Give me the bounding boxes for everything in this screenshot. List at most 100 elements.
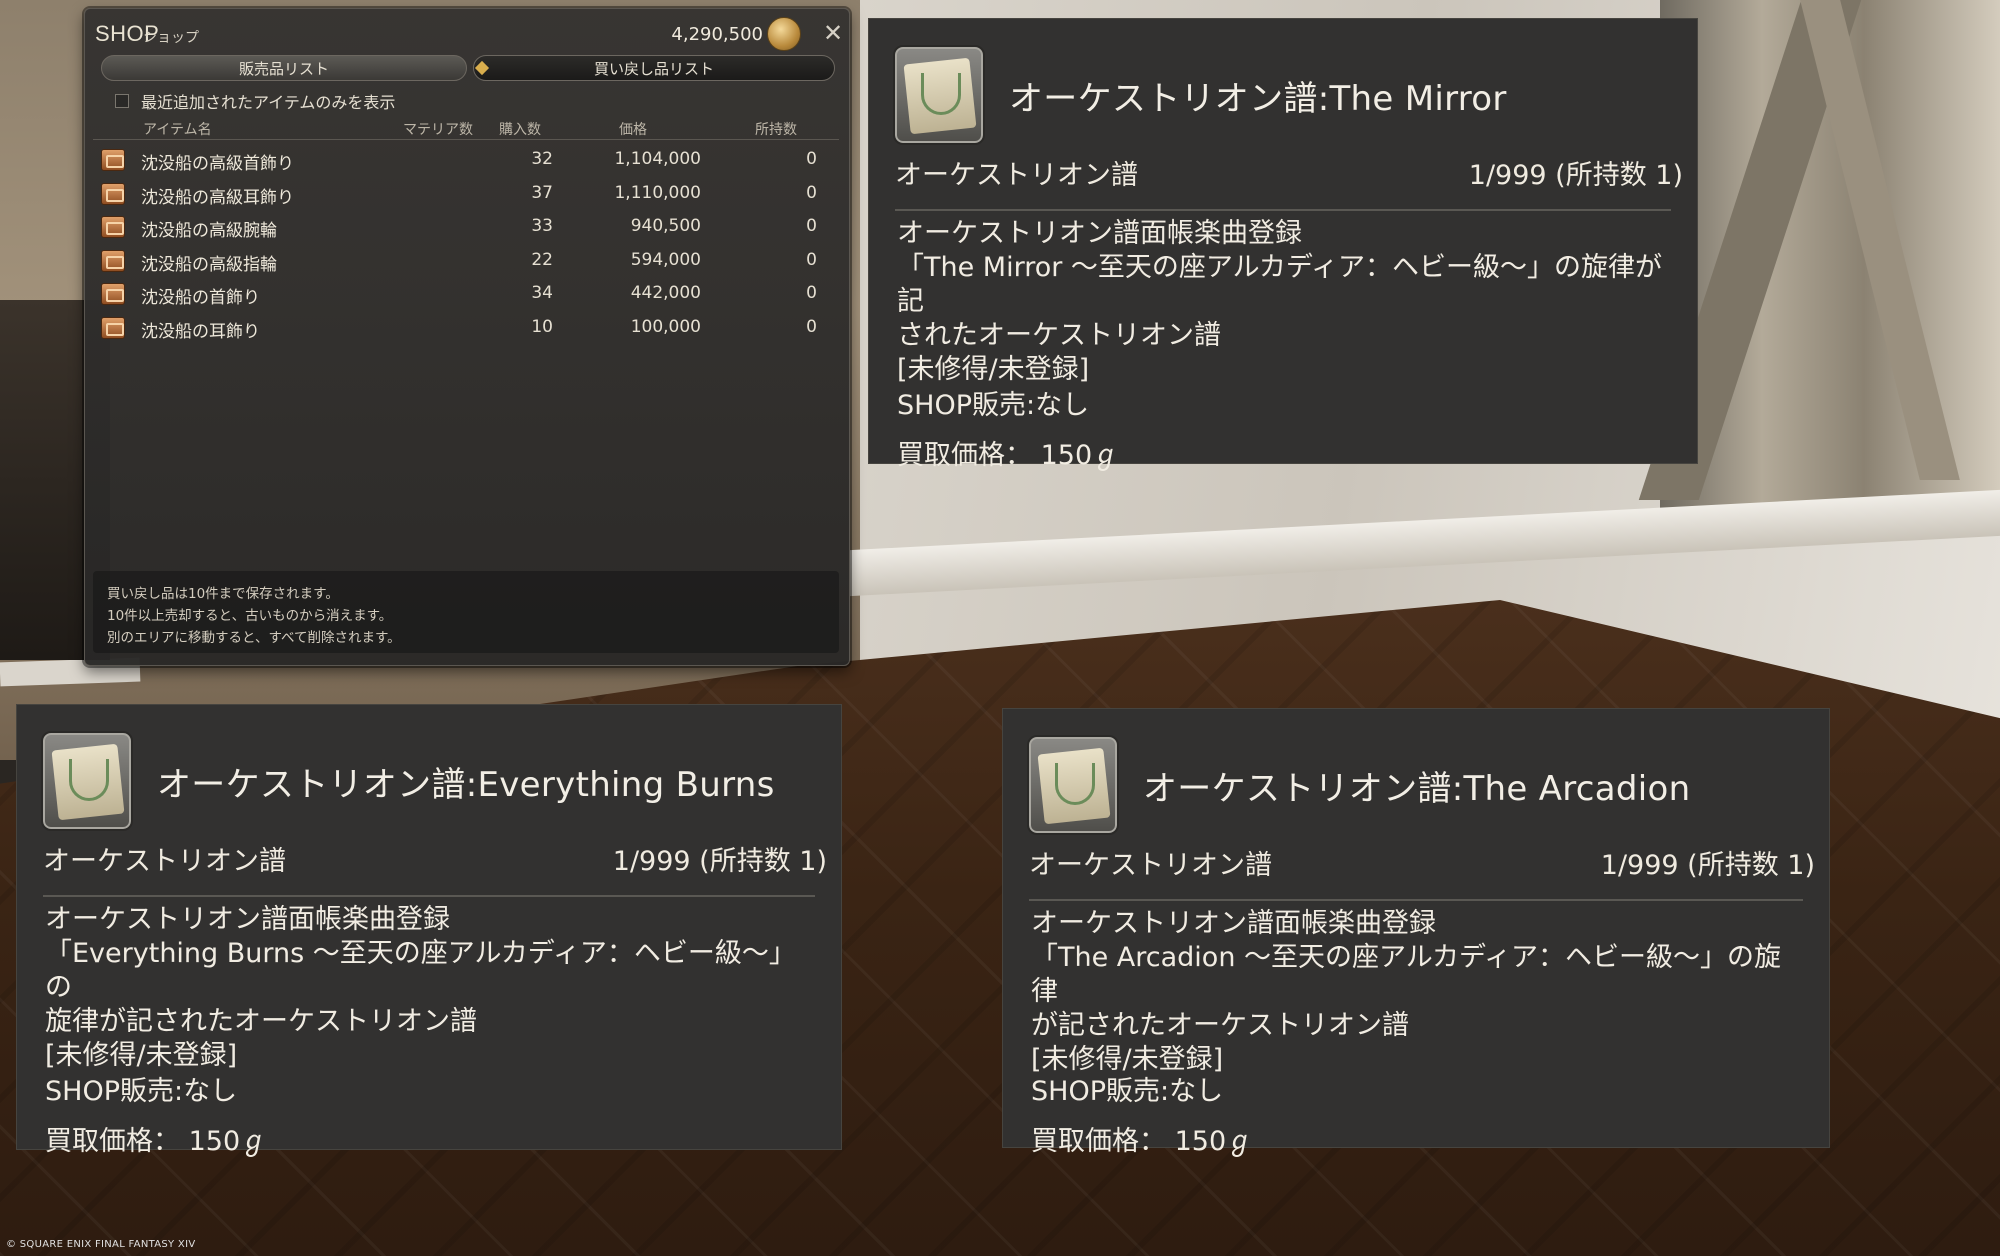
- tooltip-shop-sale: SHOP販売:なし: [45, 1076, 238, 1107]
- tooltip-shop-sale: SHOP販売:なし: [897, 390, 1090, 421]
- item-owned: 0: [806, 316, 817, 337]
- tooltip-sell-price: 買取価格： 150ℊ: [1031, 1126, 1254, 1157]
- tooltip-description: オーケストリオン譜面帳楽曲登録 「The Arcadion ～至天の座アルカディ…: [1031, 907, 1799, 1077]
- orchestrion-roll-icon: [1027, 735, 1119, 835]
- treasure-chest-icon: [101, 283, 125, 306]
- description-line: 「Everything Burns ～至天の座アルカディア：ヘビー級～」の: [45, 938, 796, 1003]
- column-header-qty: 購入数: [499, 122, 541, 138]
- item-name: 沈没船の耳飾り: [141, 321, 260, 342]
- column-header-materia: マテリア数: [403, 122, 473, 138]
- item-owned: 0: [806, 283, 817, 304]
- tooltip-title: オーケストリオン譜:Everything Burns: [157, 765, 775, 805]
- description-line: が記されたオーケストリオン譜: [1031, 1010, 1409, 1041]
- item-owned: 0: [806, 149, 817, 169]
- description-line: オーケストリオン譜面帳楽曲登録: [45, 904, 450, 935]
- description-line: [未修得/未登録]: [45, 1040, 238, 1071]
- shop-tabs: 販売品リスト 買い戻し品リスト: [101, 55, 835, 81]
- filter-label: 最近追加されたアイテムのみを表示: [141, 93, 396, 112]
- item-qty: 33: [531, 216, 553, 237]
- item-price: 1,104,000: [614, 149, 701, 169]
- gil-amount: 4,290,500: [671, 24, 763, 45]
- treasure-chest-icon: [101, 216, 125, 239]
- item-owned: 0: [806, 249, 817, 270]
- description-line: 旋律が記されたオーケストリオン譜: [45, 1006, 477, 1037]
- item-price: 1,110,000: [614, 182, 701, 203]
- item-owned: 0: [806, 182, 817, 203]
- tooltip-category: オーケストリオン譜: [895, 160, 1138, 191]
- item-qty: 34: [531, 283, 553, 304]
- recent-items-checkbox[interactable]: [115, 94, 129, 108]
- item-row[interactable]: 沈没船の高級首飾り 32 1,104,000 0: [93, 143, 839, 177]
- item-price: 594,000: [630, 249, 701, 270]
- tooltip-sell-price: 買取価格： 150ℊ: [897, 440, 1120, 471]
- item-qty: 10: [531, 316, 553, 337]
- column-header-price: 価格: [619, 122, 647, 138]
- item-price: 940,500: [630, 216, 701, 237]
- item-name: 沈没船の首飾り: [141, 288, 260, 309]
- item-name: 沈没船の高級耳飾り: [141, 187, 294, 208]
- orchestrion-roll-icon: [41, 731, 133, 831]
- item-tooltip: オーケストリオン譜:The Mirror オーケストリオン譜 1/999 (所持…: [868, 18, 1698, 471]
- close-icon[interactable]: ✕: [819, 19, 847, 47]
- gil-coin-icon: [767, 17, 801, 51]
- tooltip-stock: 1/999 (所持数 1): [612, 846, 827, 877]
- item-row[interactable]: 沈没船の高級指輪 22 594,000 0: [93, 244, 839, 278]
- item-tooltip: オーケストリオン譜:The Arcadion オーケストリオン譜 1/999 (…: [1002, 708, 1830, 1157]
- column-header-owned: 所持数: [755, 122, 797, 138]
- buyback-notes: 買い戻し品は10件まで保存されます。 10件以上売却すると、古いものから消えます…: [93, 571, 839, 653]
- lyre-shape: [1055, 763, 1095, 805]
- note-line: 10件以上売却すると、古いものから消えます。: [107, 608, 393, 624]
- tab-buyback-list[interactable]: 買い戻し品リスト: [473, 55, 835, 81]
- tooltip-stock: 1/999 (所持数 1): [1468, 160, 1683, 191]
- shop-window: SHOP ショップ 4,290,500 ✕ 販売品リスト 買い戻し品リスト 最近…: [84, 8, 850, 666]
- tooltip-shop-sale: SHOP販売:なし: [1031, 1076, 1224, 1107]
- tooltip-sell-price: 買取価格： 150ℊ: [45, 1126, 268, 1157]
- description-line: されたオーケストリオン譜: [897, 320, 1221, 351]
- tooltip-category: オーケストリオン譜: [43, 846, 286, 877]
- tooltip-title: オーケストリオン譜:The Mirror: [1009, 79, 1507, 119]
- treasure-chest-icon: [101, 149, 125, 171]
- tooltip-category: オーケストリオン譜: [1029, 850, 1272, 881]
- item-row[interactable]: 沈没船の首飾り 34 442,000 0: [93, 277, 839, 311]
- description-line: 「The Arcadion ～至天の座アルカディア：ヘビー級～」の旋律: [1031, 942, 1782, 1007]
- item-name: 沈没船の高級首飾り: [141, 154, 294, 174]
- item-row[interactable]: 沈没船の高級耳飾り 37 1,110,000 0: [93, 177, 839, 211]
- tab-sell-list[interactable]: 販売品リスト: [101, 55, 467, 81]
- copyright-notice: © SQUARE ENIX FINAL FANTASY XIV: [6, 1239, 196, 1250]
- treasure-chest-icon: [101, 316, 125, 339]
- lyre-shape: [921, 73, 961, 115]
- item-qty: 37: [531, 182, 553, 203]
- tooltip-stock: 1/999 (所持数 1): [1600, 850, 1815, 881]
- tooltip-title: オーケストリオン譜:The Arcadion: [1143, 769, 1691, 809]
- description-line: オーケストリオン譜面帳楽曲登録: [1031, 908, 1436, 939]
- note-line: 別のエリアに移動すると、すべて削除されます。: [107, 630, 401, 646]
- item-price: 442,000: [630, 283, 701, 304]
- item-list: 沈没船の高級首飾り 32 1,104,000 0 沈没船の高級耳飾り 37 1,…: [93, 143, 839, 345]
- description-line: オーケストリオン譜面帳楽曲登録: [897, 218, 1302, 249]
- item-row[interactable]: 沈没船の耳飾り 10 100,000 0: [93, 311, 839, 345]
- recent-items-filter[interactable]: 最近追加されたアイテムのみを表示: [115, 91, 396, 112]
- tooltip-divider: [895, 209, 1671, 211]
- item-price: 100,000: [630, 316, 701, 337]
- column-header-name: アイテム名: [143, 122, 212, 138]
- description-line: [未修得/未登録]: [897, 354, 1090, 385]
- tooltip-description: オーケストリオン譜面帳楽曲登録 「The Mirror ～至天の座アルカディア：…: [897, 217, 1667, 387]
- item-qty: 32: [531, 149, 553, 169]
- note-line: 買い戻し品は10件まで保存されます。: [107, 586, 339, 602]
- tooltip-divider: [43, 895, 815, 897]
- treasure-chest-icon: [101, 182, 125, 205]
- description-line: 「The Mirror ～至天の座アルカディア：ヘビー級～」の旋律が記: [897, 252, 1662, 317]
- item-owned: 0: [806, 216, 817, 237]
- treasure-chest-icon: [101, 249, 125, 272]
- item-tooltip: オーケストリオン譜:Everything Burns オーケストリオン譜 1/9…: [16, 704, 842, 1157]
- tooltip-description: オーケストリオン譜面帳楽曲登録 「Everything Burns ～至天の座ア…: [45, 903, 811, 1073]
- item-name: 沈没船の高級指輪: [141, 254, 277, 275]
- header-divider: [93, 139, 839, 140]
- item-qty: 22: [531, 249, 553, 270]
- shop-subtitle: ショップ: [143, 30, 199, 46]
- tooltip-divider: [1029, 899, 1803, 901]
- item-name: 沈没船の高級腕輪: [141, 221, 277, 242]
- item-row[interactable]: 沈没船の高級腕輪 33 940,500 0: [93, 210, 839, 244]
- orchestrion-roll-icon: [893, 45, 985, 145]
- lyre-shape: [69, 759, 109, 801]
